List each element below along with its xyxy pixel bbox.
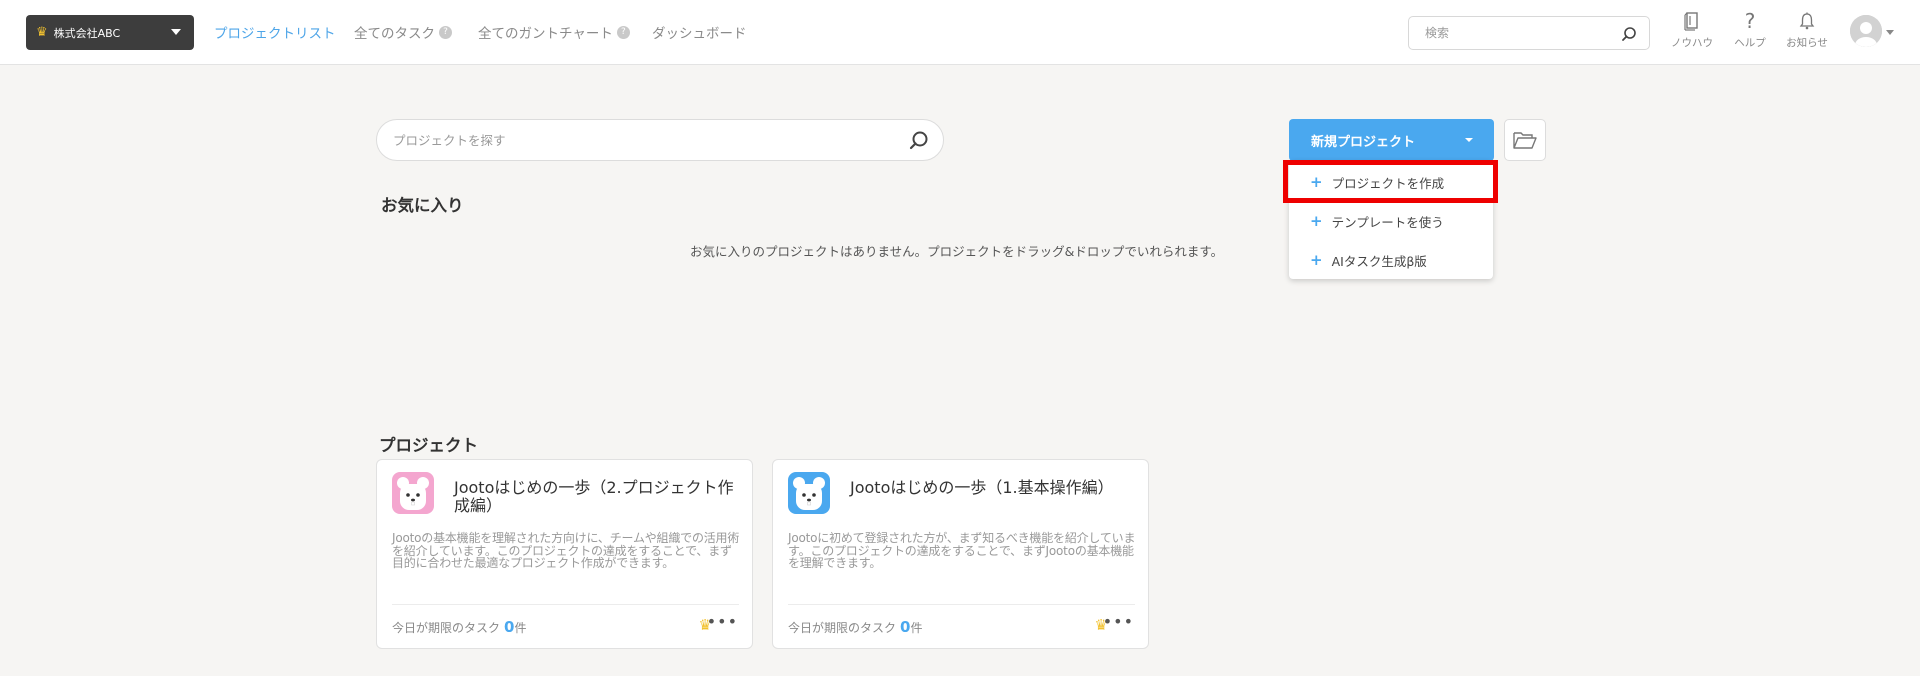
favorites-title: お気に入り bbox=[381, 196, 464, 215]
project-card[interactable]: Jootoはじめの一歩（2.プロジェクト作成編） Jootoの基本機能を理解され… bbox=[376, 459, 753, 649]
project-mascot-icon bbox=[392, 472, 434, 514]
due-today-info: 今日が期限のタスク 0 件 bbox=[788, 618, 922, 636]
top-header: ♛ 株式会社ABC プロジェクトリスト 全てのタスク ? 全てのガントチャート … bbox=[0, 0, 1920, 65]
new-project-button[interactable]: 新規プロジェクト bbox=[1289, 119, 1494, 161]
due-today-info: 今日が期限のタスク 0 件 bbox=[392, 618, 526, 636]
project-search[interactable] bbox=[376, 119, 944, 161]
project-mascot-icon bbox=[788, 472, 830, 514]
chevron-down-icon bbox=[1465, 138, 1473, 142]
project-title[interactable]: Jootoはじめの一歩（2.プロジェクト作成編） bbox=[454, 479, 734, 515]
highlight-box bbox=[1283, 160, 1498, 203]
help-badge-icon[interactable]: ? bbox=[616, 25, 630, 39]
projects-title: プロジェクト bbox=[379, 436, 478, 455]
book-icon bbox=[1684, 12, 1698, 31]
notifications-label: お知らせ bbox=[1786, 37, 1828, 49]
nav-dashboard[interactable]: ダッシュボード bbox=[652, 0, 747, 64]
due-today-count: 0 bbox=[504, 618, 515, 636]
due-today-count: 0 bbox=[900, 618, 911, 636]
folder-open-icon bbox=[1513, 132, 1537, 149]
plus-icon: + bbox=[1310, 212, 1323, 230]
dropdown-item-ai-task[interactable]: + AIタスク生成β版 bbox=[1289, 242, 1493, 278]
due-today-label: 今日が期限のタスク bbox=[392, 621, 501, 635]
project-description: Jootoに初めて登録された方が、まず知るべき機能を紹介しています。このプロジェ… bbox=[788, 531, 1136, 570]
more-options-icon[interactable]: ••• bbox=[1103, 612, 1134, 631]
folder-button[interactable] bbox=[1504, 119, 1546, 161]
search-icon[interactable] bbox=[909, 130, 929, 150]
chevron-down-icon bbox=[171, 29, 181, 35]
organization-name: 株式会社ABC bbox=[53, 26, 121, 40]
nav-project-list[interactable]: プロジェクトリスト bbox=[214, 0, 336, 64]
nav-dashboard-label[interactable]: ダッシュボード bbox=[652, 22, 747, 42]
nav-project-list-label[interactable]: プロジェクトリスト bbox=[214, 22, 336, 42]
project-search-input[interactable] bbox=[377, 120, 877, 160]
notifications-button[interactable]: お知らせ bbox=[1785, 10, 1829, 56]
search-icon[interactable] bbox=[1621, 26, 1637, 42]
user-avatar[interactable] bbox=[1850, 15, 1882, 47]
crown-icon: ♛ bbox=[36, 25, 48, 40]
project-card[interactable]: Jootoはじめの一歩（1.基本操作編） Jootoに初めて登録された方が、まず… bbox=[772, 459, 1149, 649]
user-icon bbox=[1850, 15, 1882, 47]
due-today-unit: 件 bbox=[514, 621, 527, 635]
due-today-unit: 件 bbox=[910, 621, 923, 635]
dropdown-item-use-template[interactable]: + テンプレートを使う bbox=[1289, 203, 1493, 239]
card-divider bbox=[788, 604, 1135, 605]
knowhow-button[interactable]: ノウハウ bbox=[1670, 10, 1714, 56]
nav-all-tasks-label[interactable]: 全てのタスク bbox=[354, 22, 435, 42]
nav-all-gantt[interactable]: 全てのガントチャート ? bbox=[478, 0, 630, 64]
project-title[interactable]: Jootoはじめの一歩（1.基本操作編） bbox=[850, 479, 1130, 497]
more-options-icon[interactable]: ••• bbox=[707, 612, 738, 631]
project-description: Jootoの基本機能を理解された方向けに、チームや組織での活用術を紹介しています… bbox=[392, 531, 740, 570]
nav-all-gantt-label[interactable]: 全てのガントチャート bbox=[478, 22, 613, 42]
bell-icon bbox=[1799, 12, 1815, 30]
global-search[interactable] bbox=[1408, 16, 1650, 50]
help-button[interactable]: ? ヘルプ bbox=[1728, 9, 1772, 56]
plus-icon: + bbox=[1310, 251, 1323, 269]
organization-selector[interactable]: ♛ 株式会社ABC bbox=[26, 15, 194, 50]
favorites-empty-text: お気に入りのプロジェクトはありません。プロジェクトをドラッグ&ドロップでいれられ… bbox=[690, 244, 1224, 259]
help-label: ヘルプ bbox=[1734, 37, 1766, 49]
nav-all-tasks[interactable]: 全てのタスク ? bbox=[354, 0, 452, 64]
global-search-input[interactable] bbox=[1409, 17, 1609, 49]
card-divider bbox=[392, 604, 739, 605]
new-project-label: 新規プロジェクト bbox=[1311, 134, 1416, 150]
knowhow-label: ノウハウ bbox=[1671, 37, 1713, 49]
dropdown-item-label: テンプレートを使う bbox=[1331, 214, 1444, 230]
avatar-chevron-down-icon[interactable] bbox=[1886, 30, 1894, 35]
due-today-label: 今日が期限のタスク bbox=[788, 621, 897, 635]
dropdown-item-label: AIタスク生成β版 bbox=[1331, 253, 1427, 269]
question-icon: ? bbox=[1744, 9, 1756, 33]
help-badge-icon[interactable]: ? bbox=[439, 25, 452, 39]
